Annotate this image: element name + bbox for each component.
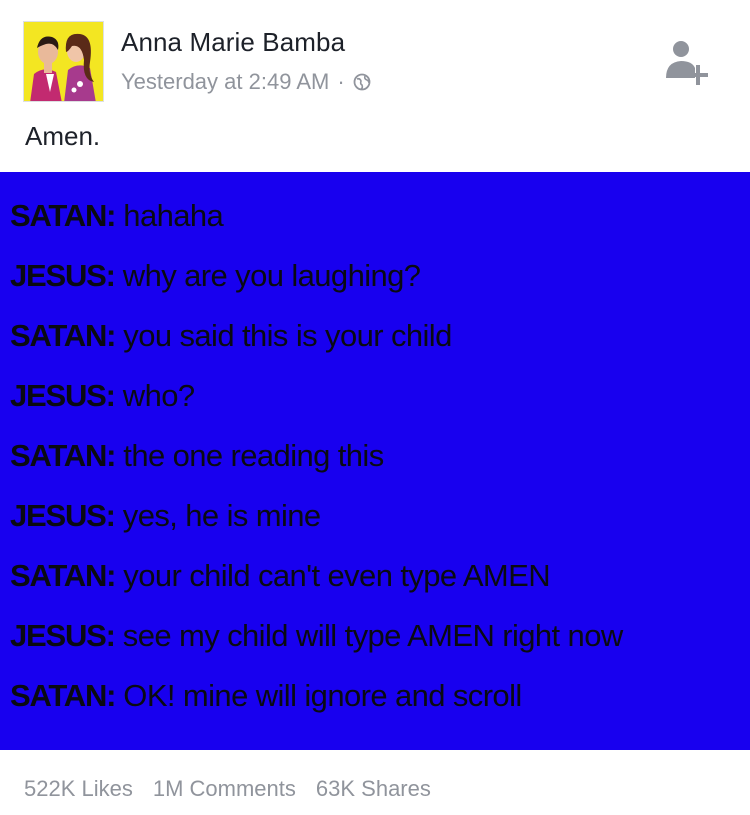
avatar-photo: [24, 22, 103, 101]
meta-separator: ·: [337, 69, 345, 94]
post-meta: Yesterday at 2:49 AM ·: [121, 69, 371, 95]
dialogue-speaker: JESUS:: [10, 498, 116, 533]
dialogue-text: you said this is your child: [115, 318, 452, 353]
post-header: Anna Marie Bamba Yesterday at 2:49 AM · …: [0, 0, 750, 172]
dialogue-line: JESUS: who?: [10, 378, 195, 414]
shares-count[interactable]: 63K Shares: [316, 776, 431, 802]
engagement-stats: 522K Likes 1M Comments 63K Shares: [24, 776, 431, 802]
dialogue-speaker: SATAN:: [10, 558, 117, 593]
dialogue-line: JESUS: see my child will type AMEN right…: [10, 618, 623, 654]
dialogue-speaker: JESUS:: [10, 378, 116, 413]
author-name[interactable]: Anna Marie Bamba: [121, 27, 345, 58]
dialogue-speaker: SATAN:: [10, 318, 117, 353]
dialogue-speaker: SATAN:: [10, 438, 117, 473]
dialogue-text: who?: [114, 378, 195, 413]
dialogue-line: SATAN: you said this is your child: [10, 318, 452, 354]
post-timestamp[interactable]: Yesterday at 2:49 AM: [121, 69, 329, 95]
dialogue-text: yes, he is mine: [114, 498, 321, 533]
dialogue-line: JESUS: yes, he is mine: [10, 498, 321, 534]
likes-count[interactable]: 522K Likes: [24, 776, 133, 802]
dialogue-speaker: SATAN:: [10, 678, 117, 713]
dialogue-text: hahaha: [115, 198, 224, 233]
globe-icon: [353, 73, 371, 91]
dialogue-text: why are you laughing?: [114, 258, 421, 293]
dialogue-line: SATAN: OK! mine will ignore and scroll: [10, 678, 522, 714]
dialogue-speaker: JESUS:: [10, 258, 116, 293]
add-friend-icon[interactable]: [662, 38, 712, 88]
dialogue-text: your child can't even type AMEN: [115, 558, 551, 593]
dialogue-speaker: SATAN:: [10, 198, 117, 233]
dialogue-text: see my child will type AMEN right now: [114, 618, 623, 653]
comments-count[interactable]: 1M Comments: [153, 776, 296, 802]
dialogue-line: SATAN: hahaha: [10, 198, 224, 234]
dialogue-text: the one reading this: [115, 438, 384, 473]
post-caption: Amen.: [25, 121, 101, 151]
dialogue-speaker: JESUS:: [10, 618, 116, 653]
dialogue-line: SATAN: the one reading this: [10, 438, 384, 474]
dialogue-line: SATAN: your child can't even type AMEN: [10, 558, 551, 594]
dialogue-text: OK! mine will ignore and scroll: [115, 678, 522, 713]
avatar[interactable]: [23, 21, 104, 102]
post-image[interactable]: SATAN: hahaha JESUS: why are you laughin…: [0, 172, 750, 750]
dialogue-line: JESUS: why are you laughing?: [10, 258, 421, 294]
